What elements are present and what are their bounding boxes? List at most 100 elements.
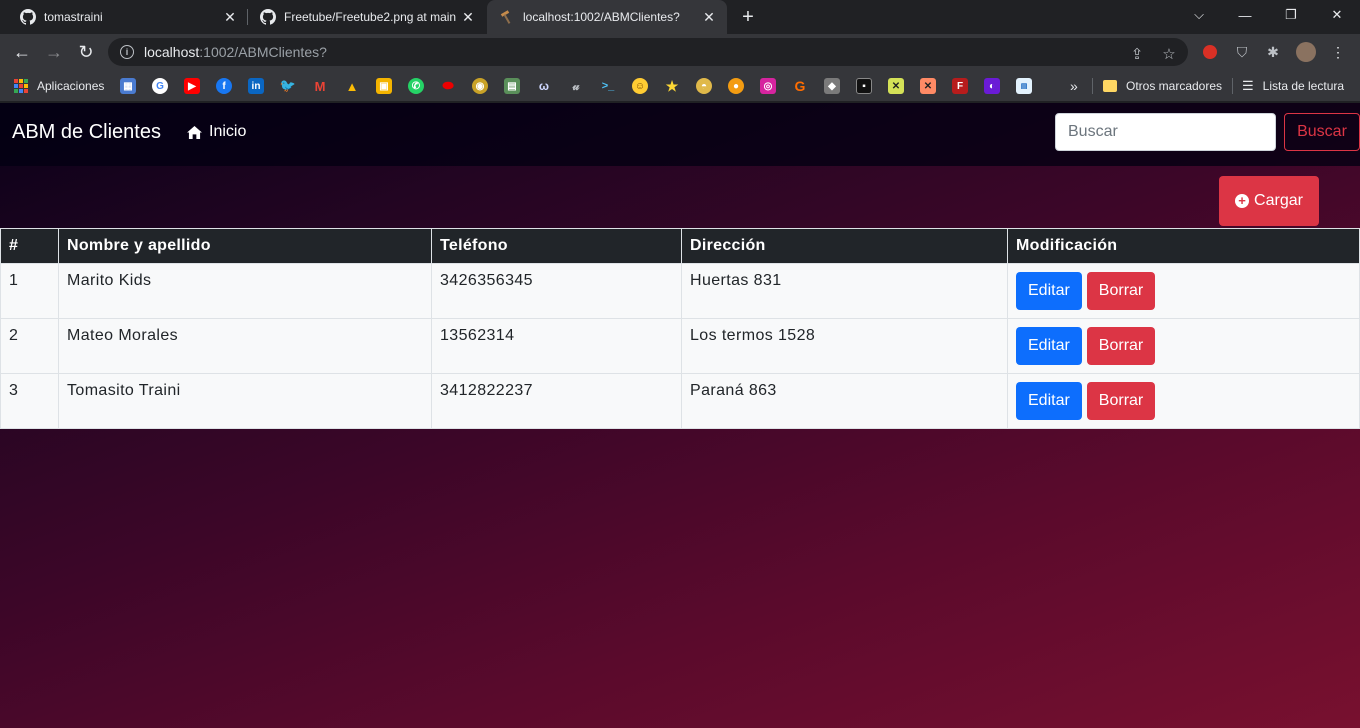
bookmark-santander[interactable]: ⬬	[440, 77, 456, 95]
add-client-button[interactable]: + Cargar	[1219, 176, 1319, 226]
bookmark-g-orange[interactable]: G	[792, 77, 808, 95]
other-bookmarks[interactable]: Otros marcadores	[1103, 77, 1222, 95]
extensions-puzzle-icon[interactable]: ✱	[1263, 42, 1283, 62]
profile-avatar[interactable]	[1296, 42, 1316, 62]
edit-button[interactable]: Editar	[1016, 272, 1082, 310]
bookmark-linkedin[interactable]: in	[248, 77, 264, 95]
map-icon: ▤	[504, 78, 520, 94]
tab-abmclientes[interactable]: localhost:1002/ABMClientes? ✕	[487, 0, 727, 34]
delete-button[interactable]: Borrar	[1086, 327, 1156, 365]
bookmark-roblox[interactable]: ◆	[824, 77, 840, 95]
delete-button[interactable]: Borrar	[1086, 382, 1156, 420]
bookmark-store[interactable]: ▦	[120, 77, 136, 95]
table-header-row: # Nombre y apellido Teléfono Dirección M…	[0, 228, 1360, 264]
column-header-phone: Teléfono	[431, 228, 682, 264]
delete-button[interactable]: Borrar	[1086, 272, 1156, 310]
cell-phone: 3412822237	[431, 373, 682, 429]
x-cross-icon: ✕	[888, 78, 904, 94]
cell-phone: 3426356345	[431, 263, 682, 319]
url-host: localhost	[144, 44, 200, 60]
close-icon[interactable]: ✕	[222, 9, 238, 25]
back-button[interactable]: ←	[8, 38, 36, 66]
table-row: 3 Tomasito Traini 3412822237 Paraná 863 …	[0, 373, 1360, 429]
site-info-icon[interactable]: i	[120, 45, 134, 59]
bowl-icon: ◓	[696, 78, 712, 94]
star-icon: ★	[665, 77, 679, 94]
m-logo-icon: ω	[538, 79, 550, 93]
bookmarks-overflow[interactable]: »	[1070, 77, 1078, 95]
browser-toolbar: ← → ↻ i localhost:1002/ABMClientes? ⇪ ☆ …	[0, 34, 1360, 70]
bookmark-twitter[interactable]: 🐦	[280, 77, 296, 95]
address-bar[interactable]: i localhost:1002/ABMClientes? ⇪ ☆	[108, 38, 1188, 66]
cell-address: Huertas 831	[681, 263, 1008, 319]
home-icon	[187, 125, 202, 139]
close-icon[interactable]: ✕	[701, 9, 717, 25]
drive-icon: ▲	[345, 78, 359, 94]
tab-title: localhost:1002/ABMClientes?	[523, 10, 680, 24]
reload-button[interactable]: ↻	[72, 38, 100, 66]
store-icon: ▦	[120, 78, 136, 94]
bookmark-orange[interactable]: ●	[728, 77, 744, 95]
extension-shield-icon[interactable]: ⛉	[1232, 42, 1252, 62]
dark-square-icon: ▪	[856, 78, 872, 94]
add-client-label: Cargar	[1254, 192, 1303, 209]
bookmark-instagram[interactable]: ◎	[760, 77, 776, 95]
bookmarks-divider	[1092, 78, 1093, 94]
brand-title[interactable]: ABM de Clientes	[12, 121, 161, 144]
facebook-icon: f	[216, 78, 232, 94]
bookmark-purple[interactable]: ◐	[984, 77, 1000, 95]
reading-list-icon: ☰	[1242, 78, 1254, 93]
bookmark-bowl[interactable]: ◓	[696, 77, 712, 95]
tab-tomastraini[interactable]: tomastraini ✕	[8, 0, 248, 34]
tab-search-chevron-icon[interactable]: ⌵	[1176, 0, 1222, 30]
tab-strip: tomastraini ✕ Freetube/Freetube2.png at …	[0, 0, 1360, 34]
bookmark-star-icon[interactable]: ☆	[1159, 44, 1179, 64]
bookmark-m[interactable]: ω	[536, 77, 552, 95]
bookmark-emoji[interactable]: ☺	[632, 77, 648, 95]
bookmark-x2[interactable]: ✕	[920, 77, 936, 95]
bookmark-u[interactable]: 𝓊	[568, 77, 584, 95]
bookmark-star[interactable]: ★	[664, 77, 680, 95]
reading-list[interactable]: ☰ Lista de lectura	[1242, 77, 1344, 95]
bookmark-map[interactable]: ▤	[504, 77, 520, 95]
column-header-name: Nombre y apellido	[58, 228, 432, 264]
apps-shortcut[interactable]: Aplicaciones	[14, 77, 104, 95]
close-window-button[interactable]: ✕	[1314, 0, 1360, 30]
bookmark-youtube[interactable]: ▶	[184, 77, 200, 95]
bookmark-dark[interactable]: ▪	[856, 77, 872, 95]
g-orange-icon: G	[794, 78, 806, 94]
orange-circle-icon: ●	[728, 78, 744, 94]
bookmark-red[interactable]: F	[952, 77, 968, 95]
bookmark-terminal[interactable]: >_	[600, 77, 616, 95]
reading-list-label: Lista de lectura	[1262, 79, 1345, 93]
home-link[interactable]: Inicio	[187, 123, 246, 141]
bookmark-gmail[interactable]: M	[312, 77, 328, 95]
restore-button[interactable]: ❐	[1268, 0, 1314, 30]
cell-actions: Editar Borrar	[1007, 263, 1360, 319]
extension-lock-icon[interactable]	[1200, 42, 1220, 62]
bookmark-google[interactable]: G	[152, 77, 168, 95]
search-input[interactable]	[1055, 113, 1276, 151]
bookmark-globe[interactable]: ◉	[472, 77, 488, 95]
bookmark-x[interactable]: ✕	[888, 77, 904, 95]
apps-label: Aplicaciones	[37, 79, 105, 93]
google-icon: G	[152, 78, 168, 94]
menu-kebab-icon[interactable]: ⋮	[1328, 42, 1348, 62]
bookmark-whatsapp[interactable]: ✆	[408, 77, 424, 95]
tab-freetube[interactable]: Freetube/Freetube2.png at main ✕	[248, 0, 486, 34]
santander-icon: ⬬	[442, 78, 454, 93]
bookmark-facebook[interactable]: f	[216, 77, 232, 95]
share-icon[interactable]: ⇪	[1127, 44, 1147, 64]
minimize-button[interactable]: —	[1222, 0, 1268, 30]
forward-button[interactable]: →	[40, 38, 68, 66]
edit-button[interactable]: Editar	[1016, 382, 1082, 420]
bookmark-drive[interactable]: ▲	[344, 77, 360, 95]
github-icon	[260, 9, 276, 25]
folder-icon	[1103, 80, 1117, 92]
new-tab-button[interactable]: +	[736, 5, 760, 29]
bookmark-studio[interactable]: ▤	[1016, 77, 1032, 95]
search-button[interactable]: Buscar	[1284, 113, 1360, 151]
edit-button[interactable]: Editar	[1016, 327, 1082, 365]
bookmark-classroom[interactable]: ▣	[376, 77, 392, 95]
close-icon[interactable]: ✕	[460, 9, 476, 25]
